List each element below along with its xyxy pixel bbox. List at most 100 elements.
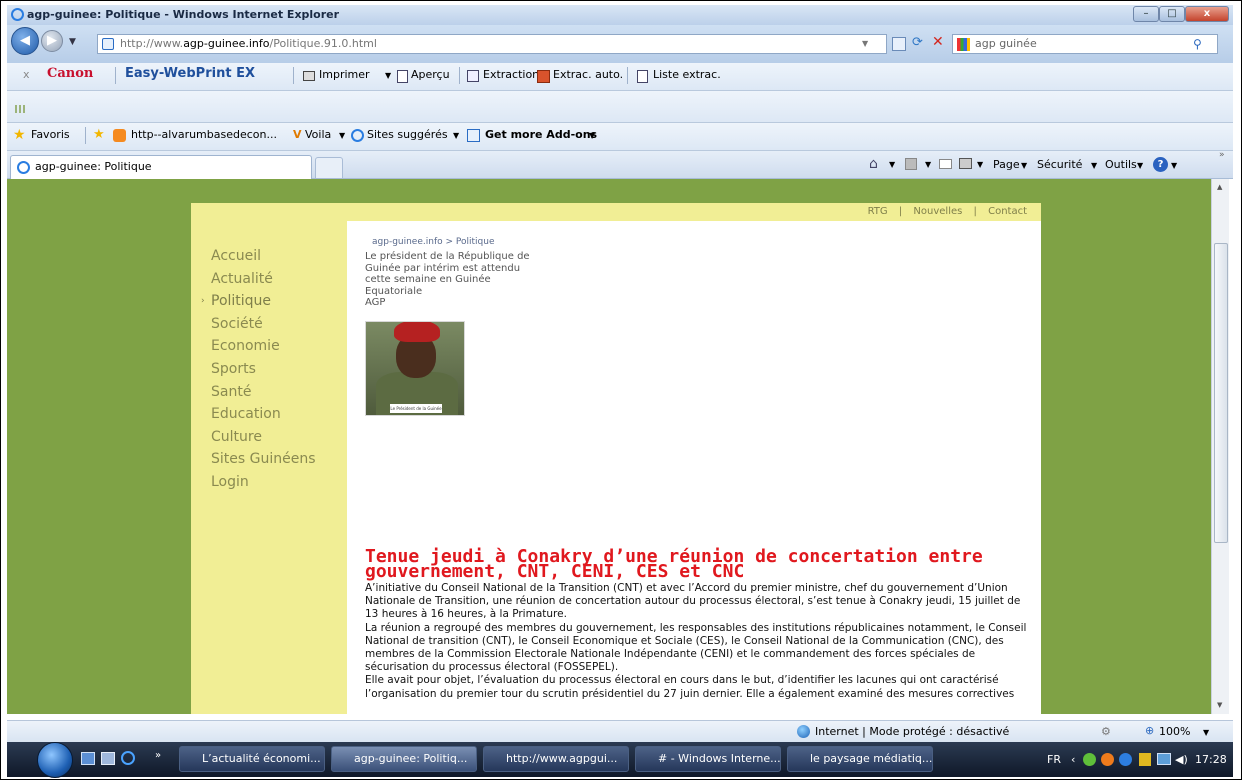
taskbar-item-agpgui[interactable]: http://www.agpgui... [483, 746, 629, 772]
extraction-button[interactable]: Extraction [483, 68, 539, 81]
security-dropdown-icon[interactable]: ▼ [1091, 161, 1097, 170]
search-text: agp guinée [975, 37, 1037, 50]
zoom-level[interactable]: 100% [1159, 725, 1190, 738]
minimize-button[interactable]: – [1133, 6, 1159, 22]
addons-dropdown-icon[interactable]: ▼ [589, 131, 595, 140]
url-dropdown-icon[interactable]: ▼ [862, 35, 868, 53]
zoom-dropdown-icon[interactable]: ▼ [1203, 728, 1209, 737]
taskbar-item-actualite[interactable]: L’actualité économi... [179, 746, 325, 772]
taskbar-item-windows-internet[interactable]: # - Windows Interne... [635, 746, 781, 772]
menu-item-economie[interactable]: Economie [211, 335, 316, 358]
menu-item-actualite[interactable]: Actualité [211, 268, 316, 291]
menu-item-accueil[interactable]: Accueil [211, 245, 316, 268]
easy-webprint-menu[interactable]: Easy-WebPrint EX [125, 66, 255, 81]
stop-icon[interactable]: ✕ [932, 34, 944, 50]
menu-item-sites-guineens[interactable]: Sites Guinéens [211, 448, 316, 471]
status-settings-icon[interactable]: ⚙ [1101, 725, 1111, 738]
tray-expand-icon[interactable]: ‹ [1071, 742, 1075, 777]
close-button[interactable]: x [1185, 6, 1229, 22]
menu-item-sante[interactable]: Santé [211, 381, 316, 404]
vertical-scrollbar[interactable]: ▲ ▼ [1211, 179, 1229, 714]
mail-icon[interactable] [939, 159, 952, 169]
print-dropdown-icon[interactable]: ▼ [977, 160, 983, 169]
feeds-icon[interactable] [905, 158, 917, 170]
help-dropdown-icon[interactable]: ▼ [1171, 161, 1177, 170]
start-button[interactable] [37, 742, 73, 778]
favorite-voila[interactable]: Voila [305, 128, 331, 141]
recent-pages-chevron-icon[interactable]: ▼ [69, 37, 76, 47]
language-indicator[interactable]: FR [1047, 742, 1061, 777]
voila-dropdown-icon[interactable]: ▼ [339, 131, 345, 140]
quicklaunch-overflow-icon[interactable]: » [155, 750, 161, 761]
maximize-button[interactable]: □ [1159, 6, 1185, 22]
feeds-dropdown-icon[interactable]: ▼ [925, 160, 931, 169]
tray-app-icon[interactable] [1083, 753, 1096, 766]
screen: agp-guinee: Politique - Windows Internet… [0, 0, 1242, 780]
menu-item-culture[interactable]: Culture [211, 426, 316, 449]
zoom-icon[interactable]: ⊕ [1145, 724, 1154, 737]
breadcrumb[interactable]: agp-guinee.info > Politique [372, 237, 494, 247]
main-content: agp-guinee.info > Politique Le président… [347, 221, 1041, 714]
compatibility-icon[interactable] [892, 37, 906, 51]
show-desktop-icon[interactable] [81, 752, 95, 765]
url-field[interactable]: http://www.agp-guinee.info/Politique.91.… [97, 34, 887, 54]
volume-icon[interactable]: ◀) [1175, 742, 1188, 777]
network-icon[interactable] [1157, 753, 1171, 765]
forward-button[interactable]: ▶ [41, 30, 63, 52]
help-icon[interactable]: ? [1153, 157, 1168, 172]
link-rtg[interactable]: RTG [864, 206, 892, 217]
home-icon[interactable]: ⌂ [869, 156, 878, 172]
clock[interactable]: 17:28 [1195, 742, 1227, 777]
menu-item-politique[interactable]: › Politique [201, 290, 316, 313]
link-nouvelles[interactable]: Nouvelles [909, 206, 966, 217]
tools-dropdown-icon[interactable]: ▼ [1137, 161, 1143, 170]
menu-item-login[interactable]: Login [211, 471, 316, 494]
chevron-overflow-icon[interactable]: » [1219, 150, 1225, 160]
back-button[interactable]: ◀ [11, 27, 39, 55]
tray-tool-icon[interactable] [1139, 753, 1151, 766]
scroll-down-arrow-icon[interactable]: ▼ [1217, 701, 1222, 709]
page-menu[interactable]: Page [993, 158, 1020, 171]
menu-item-education[interactable]: Education [211, 403, 316, 426]
taskbar-item-paysage-mediatique[interactable]: le paysage médiatiq... [787, 746, 933, 772]
search-field[interactable]: agp guinée ⚲ [952, 34, 1218, 54]
home-dropdown-icon[interactable]: ▼ [889, 160, 895, 169]
window-title-bar: agp-guinee: Politique - Windows Internet… [7, 5, 1233, 25]
auto-extraction-button[interactable]: Extrac. auto. [553, 68, 623, 81]
security-menu[interactable]: Sécurité [1037, 158, 1082, 171]
menu-item-sports[interactable]: Sports [211, 358, 316, 381]
suggested-sites-button[interactable]: Sites suggérés [367, 128, 448, 141]
tray-update-icon[interactable] [1119, 753, 1132, 766]
url-prefix: http://www. [120, 37, 184, 50]
article-photo[interactable]: Le Président de la Guinée [365, 321, 465, 416]
switch-windows-icon[interactable] [101, 752, 115, 765]
print-dropdown-icon[interactable]: ▼ [385, 71, 391, 80]
get-more-addons-button[interactable]: Get more Add-ons [485, 128, 597, 141]
new-tab-button[interactable] [315, 157, 343, 179]
extraction-list-button[interactable]: Liste extrac. [653, 68, 721, 81]
suggested-sites-dropdown-icon[interactable]: ▼ [453, 131, 459, 140]
lead-headline[interactable]: Le président de la République de Guinée … [365, 251, 545, 297]
refresh-icon[interactable]: ⟳ [912, 35, 923, 50]
taskbar-item-agp-guinee[interactable]: agp-guinee: Politiq... [331, 746, 477, 772]
tools-menu[interactable]: Outils [1105, 158, 1137, 171]
search-icon[interactable]: ⚲ [1193, 35, 1202, 53]
scroll-up-arrow-icon[interactable]: ▲ [1217, 183, 1222, 191]
auto-extraction-icon [537, 70, 550, 83]
print-icon[interactable] [959, 158, 972, 169]
print-button[interactable]: Imprimer [319, 68, 370, 81]
link-contact[interactable]: Contact [984, 206, 1031, 217]
preview-button[interactable]: Aperçu [411, 68, 450, 81]
menu-item-societe[interactable]: Société [211, 313, 316, 336]
tray-security-icon[interactable] [1101, 753, 1114, 766]
tab-agp-guinee[interactable]: agp-guinee: Politique [10, 155, 312, 179]
security-zone-text[interactable]: Internet | Mode protégé : désactivé [815, 725, 1009, 738]
favorites-button[interactable]: Favoris [31, 128, 70, 141]
add-favorite-icon[interactable]: ★ [93, 127, 105, 142]
ie-quicklaunch-icon[interactable] [121, 751, 135, 765]
canon-toolbar-close-button[interactable]: x [23, 68, 30, 81]
scrollbar-thumb[interactable] [1214, 243, 1228, 543]
page-dropdown-icon[interactable]: ▼ [1021, 161, 1027, 170]
favorite-link-alvarumba[interactable]: http--alvarumbasedecon... [131, 128, 277, 141]
window-title: agp-guinee: Politique - Windows Internet… [27, 8, 340, 21]
